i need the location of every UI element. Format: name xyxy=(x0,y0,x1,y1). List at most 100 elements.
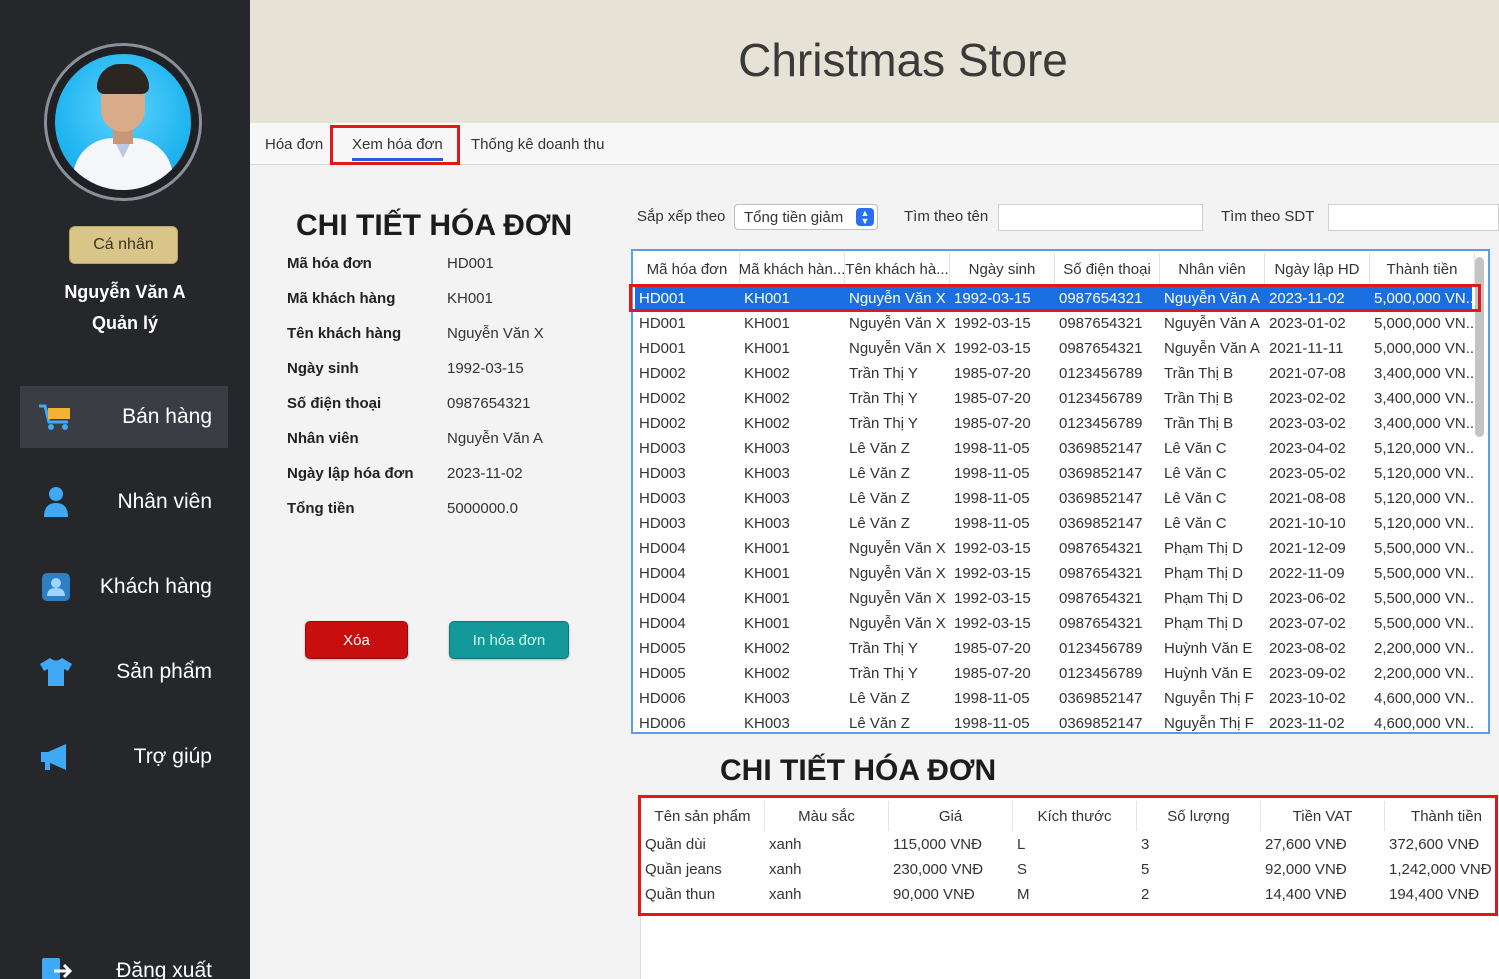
table-cell: 2021-08-08 xyxy=(1269,490,1346,507)
delete-button[interactable]: Xóa xyxy=(305,621,408,659)
column-header[interactable]: Màu sắc xyxy=(765,801,889,831)
product-table-cell: 194,400 VNĐ xyxy=(1389,886,1480,903)
column-header[interactable]: Số điện thoại xyxy=(1055,253,1160,286)
product-table-cell: xanh xyxy=(769,836,802,853)
column-header[interactable]: Mã hóa đơn xyxy=(635,253,740,286)
field-label: Mã khách hàng xyxy=(287,290,396,307)
table-cell: 1992-03-15 xyxy=(954,565,1031,582)
tab-view-invoices[interactable]: Xem hóa đơn xyxy=(352,123,443,165)
table-row[interactable]: HD006 KH003 Lê Văn Z 1998-11-05 0369852147 Ng… xyxy=(635,686,1475,711)
product-table-cell: 92,000 VNĐ xyxy=(1265,861,1347,878)
nav-item-help[interactable]: Trợ giúp xyxy=(20,726,228,788)
shirt-icon xyxy=(38,654,74,690)
table-cell: 0369852147 xyxy=(1059,440,1143,457)
table-cell: KH001 xyxy=(744,590,790,607)
tab-revenue-stats[interactable]: Thống kê doanh thu xyxy=(471,123,604,165)
column-header[interactable]: Tên khách hà... xyxy=(845,253,950,286)
scroll-thumb[interactable] xyxy=(1475,257,1484,437)
column-header[interactable]: Ngày lập HD xyxy=(1265,253,1370,286)
table-row[interactable]: HD001 KH001 Nguyễn Văn X 1992-03-15 09876543… xyxy=(635,286,1475,311)
table-row[interactable]: HD003 KH003 Lê Văn Z 1998-11-05 0369852147 Lê… xyxy=(635,436,1475,461)
table-cell: 5,500,000 VN... xyxy=(1374,540,1475,557)
field-label: Tên khách hàng xyxy=(287,325,402,342)
table-cell: Trần Thị B xyxy=(1164,390,1234,407)
column-header[interactable]: Mã khách hàn... xyxy=(740,253,845,286)
table-row[interactable]: HD003 KH003 Lê Văn Z 1998-11-05 0369852147 Lê… xyxy=(635,511,1475,536)
table-cell: Lê Văn C xyxy=(1164,440,1227,457)
nav-label: Bán hàng xyxy=(122,405,212,428)
vertical-scrollbar[interactable] xyxy=(1475,257,1484,732)
table-row[interactable]: HD003 KH003 Lê Văn Z 1998-11-05 0369852147 Lê… xyxy=(635,461,1475,486)
product-table-cell: 2 xyxy=(1141,886,1150,903)
table-row[interactable]: HD004 KH001 Nguyễn Văn X 1992-03-15 09876543… xyxy=(635,561,1475,586)
table-row[interactable]: HD004 KH001 Nguyễn Văn X 1992-03-15 09876543… xyxy=(635,586,1475,611)
table-cell: Trần Thị Y xyxy=(849,390,918,407)
sort-select[interactable]: Tổng tiền giảm ▲ ▼ xyxy=(734,204,878,230)
print-invoice-button[interactable]: In hóa đơn xyxy=(449,621,569,659)
nav-item-sales[interactable]: Bán hàng xyxy=(20,386,228,448)
table-row[interactable]: HD001 KH001 Nguyễn Văn X 1992-03-15 09876543… xyxy=(635,336,1475,361)
table-cell: Nguyễn Văn X xyxy=(849,540,946,557)
column-header[interactable]: Tiền VAT xyxy=(1261,801,1385,831)
table-cell: 1992-03-15 xyxy=(954,290,1031,307)
table-row[interactable]: HD002 KH002 Trần Thị Y 1985-07-20 0123456789… xyxy=(635,361,1475,386)
table-cell: Lê Văn Z xyxy=(849,515,910,532)
table-cell: 2023-08-02 xyxy=(1269,640,1346,657)
table-cell: KH001 xyxy=(744,615,790,632)
tab-invoices[interactable]: Hóa đơn xyxy=(265,123,323,165)
table-cell: 0987654321 xyxy=(1059,565,1143,582)
table-cell: 0987654321 xyxy=(1059,540,1143,557)
personal-button[interactable]: Cá nhân xyxy=(69,226,178,264)
field-value-phone: 0987654321 xyxy=(447,395,531,412)
field-label: Số điện thoại xyxy=(287,395,382,412)
table-row[interactable]: HD005 KH002 Trần Thị Y 1985-07-20 0123456789… xyxy=(635,636,1475,661)
table-cell: 0123456789 xyxy=(1059,665,1143,682)
table-cell: 5,120,000 VN... xyxy=(1374,490,1475,507)
search-name-input[interactable] xyxy=(998,204,1203,231)
column-header[interactable]: Số lượng xyxy=(1137,801,1261,831)
table-cell: KH001 xyxy=(744,565,790,582)
product-table-cell: 27,600 VNĐ xyxy=(1265,836,1347,853)
cart-icon xyxy=(38,399,74,435)
column-header[interactable]: Nhân viên xyxy=(1160,253,1265,286)
table-cell: KH002 xyxy=(744,640,790,657)
table-row[interactable]: HD003 KH003 Lê Văn Z 1998-11-05 0369852147 Lê… xyxy=(635,486,1475,511)
table-cell: Phạm Thị D xyxy=(1164,540,1243,557)
nav-item-logout[interactable]: Đăng xuất xyxy=(20,940,228,979)
table-cell: Nguyễn Văn X xyxy=(849,340,946,357)
table-cell: 1985-07-20 xyxy=(954,640,1031,657)
table-cell: 0123456789 xyxy=(1059,640,1143,657)
table-cell: Phạm Thị D xyxy=(1164,590,1243,607)
table-cell: 2,200,000 VN... xyxy=(1374,640,1475,657)
table-row[interactable]: HD002 KH002 Trần Thị Y 1985-07-20 0123456789… xyxy=(635,411,1475,436)
table-cell: Huỳnh Văn E xyxy=(1164,640,1253,657)
product-table-cell: 3 xyxy=(1141,836,1150,853)
table-cell: HD001 xyxy=(639,340,686,357)
column-header[interactable]: Thành tiền xyxy=(1385,801,1499,831)
column-header[interactable]: Thành tiền xyxy=(1370,253,1475,286)
search-phone-input[interactable] xyxy=(1328,204,1499,231)
table-row[interactable]: HD002 KH002 Trần Thị Y 1985-07-20 0123456789… xyxy=(635,386,1475,411)
table-cell: 5,500,000 VN... xyxy=(1374,590,1475,607)
nav-item-staff[interactable]: Nhân viên xyxy=(20,471,228,533)
table-cell: KH001 xyxy=(744,540,790,557)
table-row[interactable]: HD001 KH001 Nguyễn Văn X 1992-03-15 09876543… xyxy=(635,311,1475,336)
column-header[interactable]: Tên sản phẩm xyxy=(641,801,765,831)
table-row[interactable]: HD006 KH003 Lê Văn Z 1998-11-05 0369852147 Ng… xyxy=(635,711,1475,732)
table-row[interactable]: HD004 KH001 Nguyễn Văn X 1992-03-15 09876543… xyxy=(635,536,1475,561)
table-row[interactable]: HD004 KH001 Nguyễn Văn X 1992-03-15 09876543… xyxy=(635,611,1475,636)
table-cell: Nguyễn Văn A xyxy=(1164,340,1260,357)
column-header[interactable]: Kích thước xyxy=(1013,801,1137,831)
table-cell: Lê Văn Z xyxy=(849,490,910,507)
table-cell: Lê Văn Z xyxy=(849,690,910,707)
column-header[interactable]: Ngày sinh xyxy=(950,253,1055,286)
nav-item-customers[interactable]: Khách hàng xyxy=(20,556,228,618)
table-cell: KH003 xyxy=(744,715,790,732)
table-cell: 0123456789 xyxy=(1059,365,1143,382)
table-cell: 3,400,000 VN... xyxy=(1374,365,1475,382)
table-cell: 1985-07-20 xyxy=(954,390,1031,407)
table-row[interactable]: HD005 KH002 Trần Thị Y 1985-07-20 0123456789… xyxy=(635,661,1475,686)
nav-item-products[interactable]: Sản phẩm xyxy=(20,641,228,703)
column-header[interactable]: Giá xyxy=(889,801,1013,831)
table-cell: HD006 xyxy=(639,690,686,707)
